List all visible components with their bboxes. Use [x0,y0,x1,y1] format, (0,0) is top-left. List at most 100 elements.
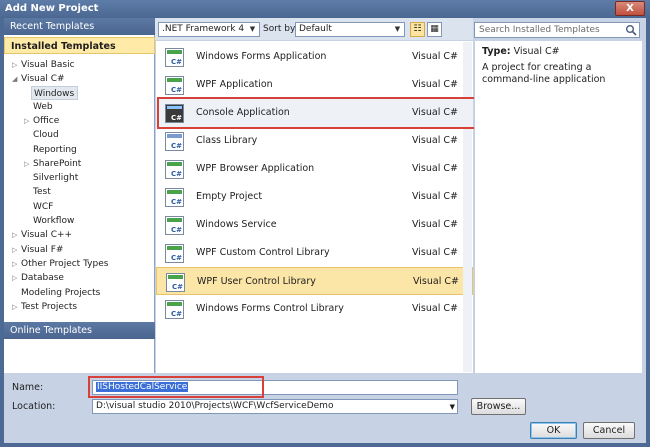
tree-item-label: Office [33,116,60,126]
browse-button[interactable]: Browse... [471,398,526,415]
template-windows-service[interactable]: C# Windows Service Visual C# [156,211,473,239]
template-language: Visual C# [412,219,458,230]
template-name: Windows Forms Control Library [196,303,344,314]
tree-item-label: Visual C# [21,74,65,84]
windows-service-icon: C# [165,216,184,235]
type-label: Type: [482,46,511,57]
tree-item-label: Visual Basic [21,60,75,70]
close-button[interactable]: X [615,1,645,16]
annotation-highlight-name [88,376,264,398]
template-language: Visual C# [412,135,458,146]
recent-templates-header[interactable]: Recent Templates [4,18,155,35]
template-language: Visual C# [412,163,458,174]
tree-item-label: Visual F# [21,245,64,255]
ok-button[interactable]: OK [530,422,577,439]
sort-by-label: Sort by: [263,24,298,34]
name-label: Name: [12,382,44,393]
template-class-library[interactable]: C# Class Library Visual C# [156,127,473,155]
search-icon[interactable] [625,24,637,36]
template-language: Visual C# [412,51,458,62]
tree-item-sharepoint[interactable]: ▷ SharePoint [24,157,81,171]
tree-item-label: Database [21,273,64,283]
expand-arrow-icon[interactable]: ▷ [12,58,21,72]
wpf-project-icon: C# [165,76,184,95]
framework-value: .NET Framework 4 [162,24,245,34]
search-input[interactable]: Search Installed Templates [474,22,640,38]
template-toolbar: .NET Framework 4 ▼ Sort by: Default ▼ ☷ … [155,18,473,40]
template-name: Empty Project [196,191,263,202]
expand-arrow-icon[interactable]: ▷ [12,300,21,314]
tree-item-label: Web [33,102,53,112]
template-list: C# Windows Forms Application Visual C# C… [156,41,473,373]
tree-item-visual-cpp[interactable]: ▷ Visual C++ [12,228,72,242]
cancel-button[interactable]: Cancel [583,422,635,439]
tree-item-label: Reporting [33,145,77,155]
online-templates-header[interactable]: Online Templates [4,322,155,339]
tree-item-web[interactable]: Web [33,100,53,114]
tree-item-label: Modeling Projects [21,288,101,298]
template-empty-project[interactable]: C# Empty Project Visual C# [156,183,473,211]
template-name: WPF Application [196,79,273,90]
tree-item-wcf[interactable]: WCF [33,200,53,214]
template-language: Visual C# [413,276,459,287]
tree-item-reporting[interactable]: Reporting [33,143,77,157]
expand-arrow-icon[interactable]: ▷ [24,114,33,128]
annotation-highlight-console [157,97,476,129]
expand-arrow-icon[interactable]: ▷ [12,228,21,242]
winforms-project-icon: C# [165,48,184,67]
expand-arrow-icon[interactable]: ▷ [12,243,21,257]
template-language: Visual C# [412,303,458,314]
tree-item-visual-csharp[interactable]: ◢ Visual C# [12,72,65,86]
template-name: WPF Custom Control Library [196,247,330,258]
tree-item-silverlight[interactable]: Silverlight [33,171,78,185]
framework-dropdown[interactable]: .NET Framework 4 ▼ [158,22,260,37]
expand-arrow-icon[interactable]: ▷ [12,257,21,271]
expand-arrow-icon[interactable]: ▷ [24,157,33,171]
type-value: Visual C# [513,46,560,57]
tree-item-other-project-types[interactable]: ▷ Other Project Types [12,257,108,271]
empty-project-icon: C# [165,188,184,207]
template-details-panel: Type: Visual C# A project for creating a… [474,41,642,373]
class-library-icon: C# [165,132,184,151]
grid-view-icon: ▦ [430,24,439,34]
tree-item-label: SharePoint [33,159,82,169]
tree-item-label: Test Projects [21,302,78,312]
template-category-panel: Recent Templates Installed Templates ▷ Vi… [4,18,155,373]
tree-item-visual-basic[interactable]: ▷ Visual Basic [12,58,75,72]
location-dropdown[interactable]: D:\visual studio 2010\Projects\WCF\WcfSe… [92,399,458,414]
tree-item-label: Other Project Types [21,259,109,269]
tree-item-visual-fsharp[interactable]: ▷ Visual F# [12,243,63,257]
template-name: Class Library [196,135,258,146]
installed-templates-header[interactable]: Installed Templates [4,37,155,54]
tree-item-database[interactable]: ▷ Database [12,271,64,285]
template-wpf-application[interactable]: C# WPF Application Visual C# [156,71,473,99]
tree-item-label: Workflow [33,216,75,226]
template-wpf-user-control-library[interactable]: C# WPF User Control Library Visual C# [156,267,473,295]
tree-item-test[interactable]: Test [33,185,51,199]
template-wpf-custom-control-library[interactable]: C# WPF Custom Control Library Visual C# [156,239,473,267]
tree-item-workflow[interactable]: Workflow [33,214,74,228]
collapse-arrow-icon[interactable]: ◢ [12,72,21,86]
tree-item-label: Test [33,187,51,197]
expand-arrow-icon[interactable]: ▷ [12,271,21,285]
small-icons-view-button[interactable]: ▦ [427,22,442,37]
template-list-scrollbar[interactable] [463,42,472,372]
search-placeholder: Search Installed Templates [479,25,600,35]
medium-icons-view-button[interactable]: ☷ [410,22,425,37]
tree-item-modeling-projects[interactable]: Modeling Projects [21,286,100,300]
tree-item-windows[interactable]: Windows [31,86,79,100]
tree-item-label: Visual C++ [21,230,73,240]
template-language: Visual C# [412,79,458,90]
tree-item-cloud[interactable]: Cloud [33,128,59,142]
template-windows-forms-application[interactable]: C# Windows Forms Application Visual C# [156,43,473,71]
sort-dropdown[interactable]: Default ▼ [295,22,405,37]
chevron-down-icon: ▼ [249,25,256,33]
window-title: Add New Project [5,3,99,14]
template-wpf-browser-application[interactable]: C# WPF Browser Application Visual C# [156,155,473,183]
template-windows-forms-control-library[interactable]: C# Windows Forms Control Library Visual … [156,295,473,323]
list-view-icon: ☷ [413,24,422,34]
tree-item-office[interactable]: ▷ Office [24,114,59,128]
template-name: WPF User Control Library [197,276,316,287]
tree-item-test-projects[interactable]: ▷ Test Projects [12,300,77,314]
template-name: WPF Browser Application [196,163,315,174]
